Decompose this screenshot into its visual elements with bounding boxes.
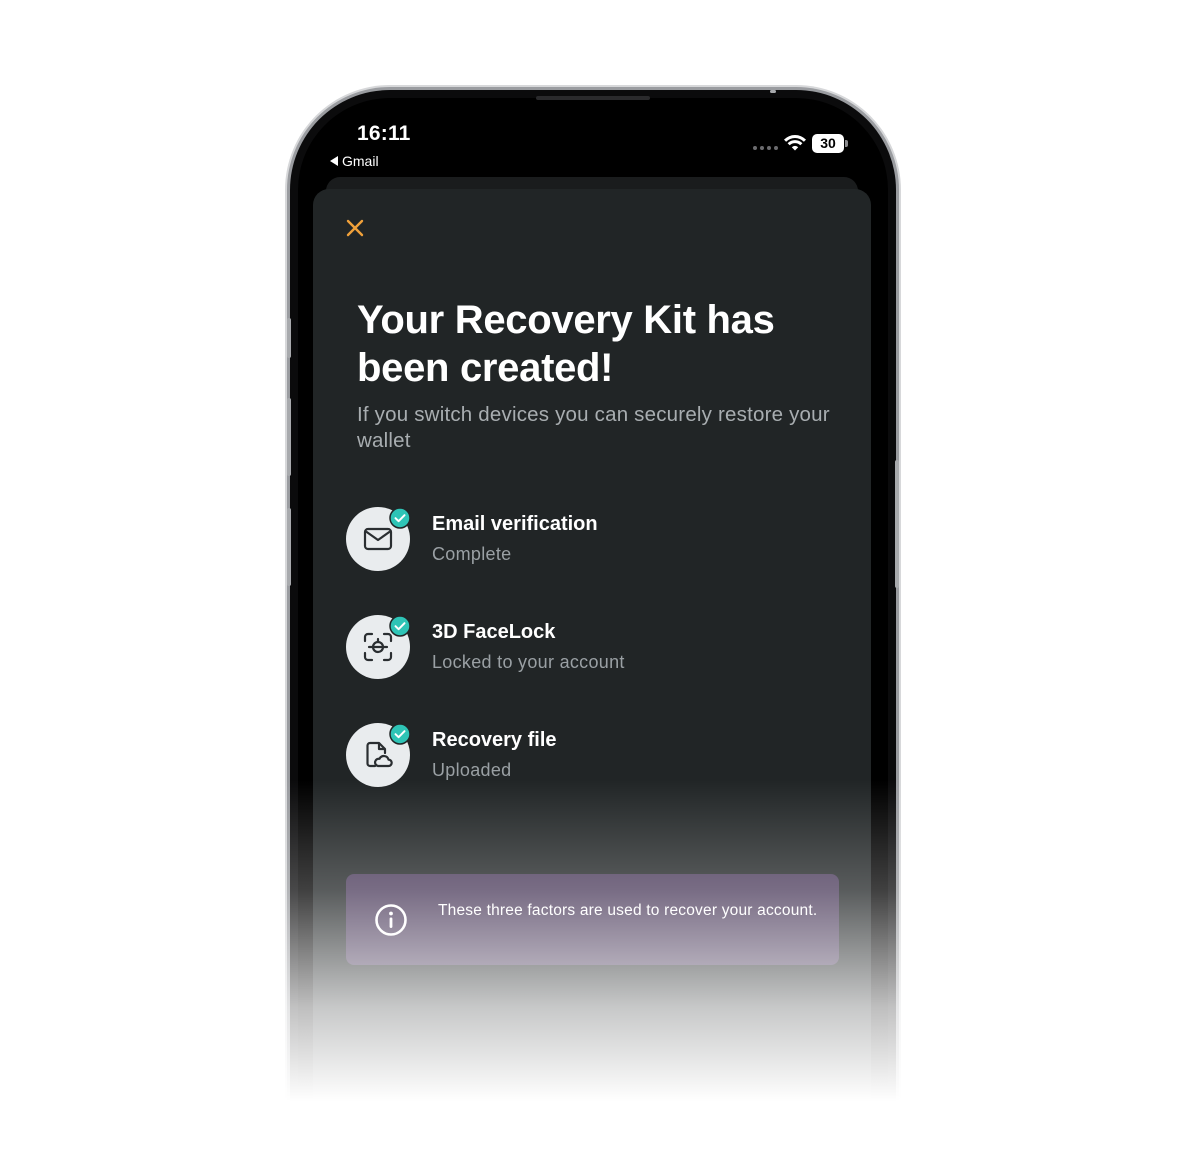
check-badge-icon: [389, 615, 411, 637]
side-button-power: [895, 460, 899, 588]
factor-3d-facelock: 3D FaceLock Locked to your account: [346, 615, 826, 681]
factor-status: Uploaded: [432, 760, 512, 780]
info-banner: These three factors are used to recover …: [346, 874, 839, 965]
signal-icon: [753, 146, 778, 150]
stage: 16:11 Gmail 30 Your Recovery Kit has bee…: [0, 0, 1194, 1172]
top-antenna-mark: [770, 90, 776, 93]
factor-recovery-file: Recovery file Uploaded: [346, 723, 826, 789]
check-badge-icon: [389, 723, 411, 745]
factor-title: Email verification: [432, 513, 598, 535]
factor-title: 3D FaceLock: [432, 621, 556, 643]
close-icon[interactable]: [342, 215, 368, 241]
factor-title: Recovery file: [432, 729, 557, 751]
factor-email-verification: Email verification Complete: [346, 507, 826, 573]
dynamic-island-edge: [536, 96, 650, 100]
side-button-silent: [287, 318, 291, 358]
page-title: Your Recovery Kit has been created!: [357, 298, 775, 390]
status-time: 16:11: [357, 122, 411, 145]
factor-status: Locked to your account: [432, 652, 625, 672]
check-badge-icon: [389, 507, 411, 529]
info-icon: [375, 904, 407, 936]
page-subtitle: If you switch devices you can securely r…: [357, 403, 830, 452]
back-app-label: Gmail: [342, 153, 379, 169]
battery-icon: 30: [812, 134, 844, 153]
back-triangle-icon: [330, 156, 338, 166]
factor-status: Complete: [432, 544, 512, 564]
wifi-icon: [784, 135, 806, 151]
side-button-volume-up: [287, 398, 291, 476]
side-button-volume-down: [287, 508, 291, 586]
info-text: These three factors are used to recover …: [438, 902, 818, 919]
battery-tip: [845, 140, 848, 147]
back-to-app-link[interactable]: Gmail: [330, 153, 379, 169]
